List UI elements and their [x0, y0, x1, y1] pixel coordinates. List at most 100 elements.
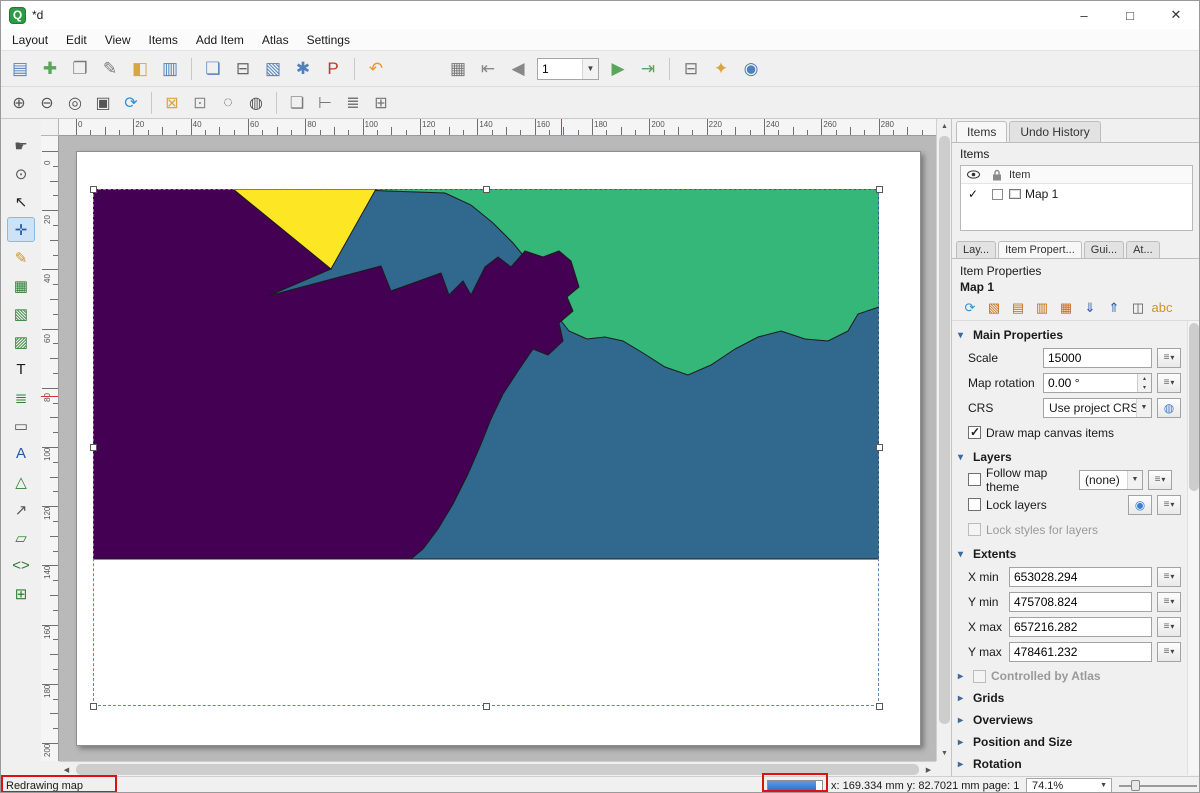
tab-undo-history[interactable]: Undo History: [1009, 121, 1100, 142]
bookmark-extent-icon[interactable]: ⇓: [1079, 298, 1101, 318]
section-extents[interactable]: ▾ Extents: [952, 542, 1200, 564]
zoom-slider[interactable]: [1119, 777, 1197, 793]
crs-select-button[interactable]: ◍: [1157, 398, 1181, 418]
scale-input[interactable]: [1043, 348, 1152, 368]
menu-items[interactable]: Items: [140, 31, 187, 49]
add-picture-icon[interactable]: ▨: [7, 329, 35, 354]
lock-checkbox[interactable]: [992, 189, 1003, 200]
add-html-icon[interactable]: <>: [7, 553, 35, 578]
scrollbar-thumb[interactable]: [1189, 323, 1199, 491]
map-theme-combo[interactable]: (none) ▼: [1079, 470, 1143, 490]
visibility-check-icon[interactable]: ✓: [968, 187, 978, 201]
scale-data-defined-button[interactable]: ≡▾: [1157, 348, 1181, 368]
pan-tool-icon[interactable]: ☛: [7, 133, 35, 158]
slider-handle[interactable]: [1131, 780, 1140, 791]
vertical-scrollbar[interactable]: ▲ ▼: [936, 119, 951, 761]
export-pdf-icon[interactable]: P: [320, 56, 346, 82]
map-rotation-input[interactable]: [1044, 374, 1137, 392]
ymax-data-defined-button[interactable]: ≡▾: [1157, 642, 1181, 662]
scrollbar-thumb[interactable]: [76, 764, 919, 775]
x-max-input[interactable]: [1009, 617, 1152, 637]
zoom-in-icon[interactable]: ⊕: [7, 91, 31, 115]
zoom-level-combo[interactable]: 74.1% ▼: [1026, 778, 1112, 793]
refresh-view-icon[interactable]: ⟳: [119, 91, 143, 115]
scroll-left-icon[interactable]: ◀: [59, 762, 74, 777]
draw-canvas-items-checkbox[interactable]: [968, 426, 981, 439]
print-atlas-icon[interactable]: ⊟: [678, 56, 704, 82]
y-min-input[interactable]: [1009, 592, 1152, 612]
lock-selected-items-icon[interactable]: ⊠: [160, 91, 184, 115]
crs-combo[interactable]: Use project CRS ▼: [1043, 398, 1152, 418]
xmin-data-defined-button[interactable]: ≡▾: [1157, 567, 1181, 587]
add-label-icon[interactable]: T: [7, 357, 35, 382]
move-pages-icon[interactable]: ❏: [285, 91, 309, 115]
layers-data-defined-button[interactable]: ≡▾: [1157, 495, 1181, 515]
atlas-last-feature-icon[interactable]: ⇥: [635, 56, 661, 82]
lock-layers-checkbox[interactable]: [968, 498, 981, 511]
atlas-settings-icon[interactable]: ▦: [445, 56, 471, 82]
distribute-items-icon[interactable]: ≣: [341, 91, 365, 115]
ymin-data-defined-button[interactable]: ≡▾: [1157, 592, 1181, 612]
layout-canvas[interactable]: [59, 136, 936, 761]
tab-items[interactable]: Items: [956, 121, 1007, 142]
new-layout-icon[interactable]: ✚: [37, 56, 63, 82]
set-map-scale-icon[interactable]: ▥: [1031, 298, 1053, 318]
scrollbar-thumb[interactable]: [939, 136, 950, 724]
export-image-icon[interactable]: ▧: [260, 56, 286, 82]
scroll-up-icon[interactable]: ▲: [937, 119, 952, 134]
duplicate-layout-icon[interactable]: ❐: [67, 56, 93, 82]
add-3d-map-icon[interactable]: ▧: [7, 301, 35, 326]
unlock-all-items-icon[interactable]: ⊡: [188, 91, 212, 115]
section-controlled-by-atlas[interactable]: ▸ Controlled by Atlas: [952, 664, 1200, 686]
add-node-item-icon[interactable]: ▱: [7, 525, 35, 550]
menu-edit[interactable]: Edit: [57, 31, 96, 49]
selection-handle[interactable]: [483, 186, 490, 193]
add-legend-icon[interactable]: ≣: [7, 385, 35, 410]
section-layers[interactable]: ▾ Layers: [952, 445, 1200, 467]
minimize-button[interactable]: –: [1061, 1, 1107, 29]
layout-manager-icon[interactable]: ✎: [97, 56, 123, 82]
layers-visibility-button[interactable]: ◉: [1128, 495, 1152, 515]
atlas-first-feature-icon[interactable]: ⇤: [475, 56, 501, 82]
print-icon[interactable]: ⊟: [230, 56, 256, 82]
follow-map-theme-checkbox[interactable]: [968, 473, 981, 486]
selection-handle[interactable]: [90, 703, 97, 710]
menu-settings[interactable]: Settings: [298, 31, 359, 49]
tab-guides[interactable]: Gui...: [1084, 241, 1124, 258]
x-min-input[interactable]: [1009, 567, 1152, 587]
save-project-icon[interactable]: ▤: [7, 56, 33, 82]
export-svg-icon[interactable]: ✱: [290, 56, 316, 82]
y-max-input[interactable]: [1009, 642, 1152, 662]
spinner-arrows[interactable]: ▴▾: [1137, 374, 1151, 392]
close-button[interactable]: ✕: [1153, 1, 1199, 29]
scroll-right-icon[interactable]: ▶: [921, 762, 936, 777]
selection-handle[interactable]: [876, 703, 883, 710]
zoom-to-page-icon[interactable]: ◍: [244, 91, 268, 115]
undo-icon[interactable]: ↶: [363, 56, 389, 82]
menu-view[interactable]: View: [96, 31, 140, 49]
set-map-extent-to-canvas-icon[interactable]: ▧: [983, 298, 1005, 318]
section-main-properties[interactable]: ▾ Main Properties: [952, 323, 1200, 345]
zoom-full-icon[interactable]: ▣: [91, 91, 115, 115]
select-move-item-tool-icon[interactable]: ↖: [7, 189, 35, 214]
resize-items-icon[interactable]: ⊞: [369, 91, 393, 115]
page-number-input[interactable]: [538, 60, 578, 78]
page-number-spinner[interactable]: ▼: [537, 58, 599, 80]
section-position-and-size[interactable]: ▸ Position and Size: [952, 730, 1200, 752]
menu-add-item[interactable]: Add Item: [187, 31, 253, 49]
selection-handle[interactable]: [876, 186, 883, 193]
move-item-content-tool-icon[interactable]: ✛: [7, 217, 35, 242]
section-overviews[interactable]: ▸ Overviews: [952, 708, 1200, 730]
panel-scrollbar[interactable]: [1187, 321, 1200, 775]
add-scalebar-icon[interactable]: ▭: [7, 413, 35, 438]
grid-frame-icon[interactable]: ◫: [1127, 298, 1149, 318]
tab-item-properties[interactable]: Item Propert...: [998, 241, 1082, 258]
section-grids[interactable]: ▸ Grids: [952, 686, 1200, 708]
view-extent-in-canvas-icon[interactable]: ▤: [1007, 298, 1029, 318]
selection-handle[interactable]: [483, 703, 490, 710]
zoom-to-selection-icon[interactable]: ◌: [216, 91, 240, 115]
open-project-icon[interactable]: ◧: [127, 56, 153, 82]
tab-layout[interactable]: Lay...: [956, 241, 996, 258]
add-north-arrow-icon[interactable]: A: [7, 441, 35, 466]
interactive-edit-icon[interactable]: ⇑: [1103, 298, 1125, 318]
